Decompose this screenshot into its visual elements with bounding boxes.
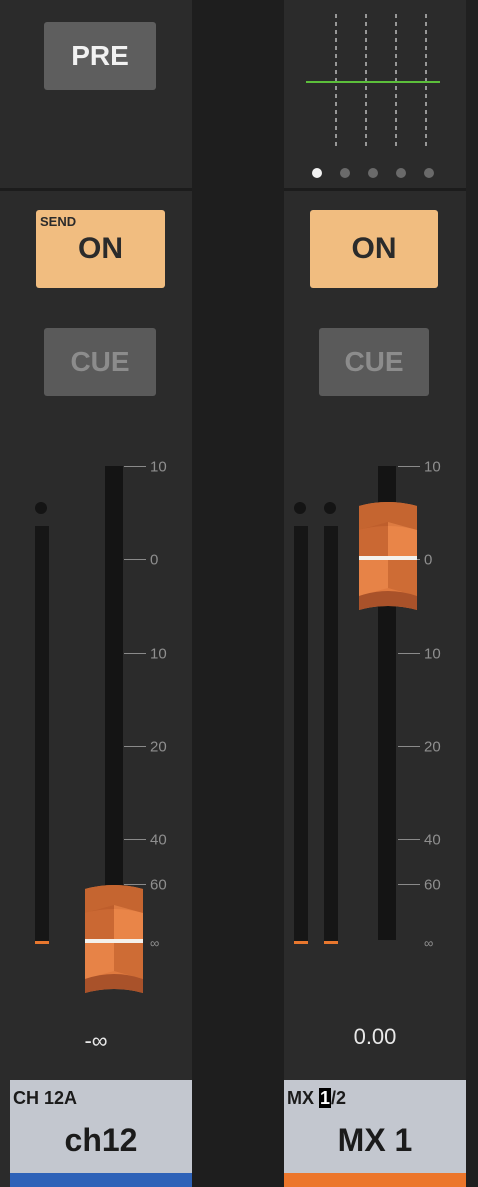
level-meter-right bbox=[324, 526, 338, 944]
meter-clip-indicator-icon bbox=[324, 502, 336, 514]
scale-tick bbox=[398, 839, 420, 840]
channel-name: ch12 bbox=[64, 1122, 138, 1158]
meter-peak bbox=[324, 941, 338, 944]
scale-tick bbox=[124, 839, 146, 840]
channel-name-panel[interactable]: MX 1/2 MX 1 bbox=[284, 1080, 466, 1187]
fader-level-readout: 0.00 bbox=[353, 1024, 397, 1049]
page-dot[interactable] bbox=[312, 168, 322, 178]
scale-label: 0 bbox=[424, 551, 433, 569]
scale-label: ∞ bbox=[424, 935, 434, 951]
scale-tick bbox=[124, 466, 146, 467]
fader-scale: 10 0 10 20 40 60 ∞ bbox=[398, 0, 468, 950]
channel-name: MX 1 bbox=[337, 1122, 413, 1158]
scale-label: 10 bbox=[150, 645, 167, 663]
scale-tick bbox=[124, 559, 146, 560]
channel-color-bar bbox=[284, 1173, 466, 1187]
fader-knob-icon[interactable] bbox=[359, 500, 417, 616]
scale-label: 20 bbox=[150, 738, 167, 756]
scale-label: 10 bbox=[424, 645, 441, 663]
page-dot[interactable] bbox=[368, 168, 378, 178]
scale-label: 10 bbox=[150, 458, 167, 476]
channel-name-panel[interactable]: CH 12A ch12 bbox=[10, 1080, 192, 1187]
channel-strip-mx1: ON CUE 10 0 10 20 40 60 ∞ 0.00 MX 1/2 MX… bbox=[284, 0, 466, 1187]
channel-id: CH 12A bbox=[13, 1088, 78, 1108]
scale-label: 20 bbox=[424, 738, 441, 756]
scale-label: 60 bbox=[424, 876, 441, 894]
scale-tick bbox=[398, 746, 420, 747]
text-cursor: 1 bbox=[319, 1088, 332, 1108]
meter-peak bbox=[294, 941, 308, 944]
scale-tick bbox=[398, 653, 420, 654]
fader-level-readout: -∞ bbox=[84, 1028, 108, 1053]
fader-scale: 10 0 10 20 40 60 ∞ bbox=[124, 0, 194, 950]
scale-label: 60 bbox=[150, 876, 167, 894]
channel-id: MX 1/2 bbox=[287, 1088, 346, 1109]
channel-id-prefix: MX bbox=[287, 1088, 320, 1108]
scale-tick bbox=[398, 466, 420, 467]
scale-label: ∞ bbox=[150, 935, 160, 951]
scale-label: 10 bbox=[424, 458, 441, 476]
fader-track[interactable] bbox=[105, 466, 123, 940]
send-label: SEND bbox=[40, 214, 77, 229]
fader-knob-icon[interactable] bbox=[85, 883, 143, 999]
scale-label: 0 bbox=[150, 551, 159, 569]
meter-clip-indicator-icon bbox=[35, 502, 47, 514]
level-meter-left bbox=[294, 526, 308, 944]
page-dot[interactable] bbox=[340, 168, 350, 178]
scale-tick bbox=[398, 884, 420, 885]
scale-tick bbox=[124, 653, 146, 654]
strip-gap bbox=[192, 0, 284, 1187]
scale-tick bbox=[124, 746, 146, 747]
on-label: ON bbox=[78, 232, 123, 265]
scale-label: 40 bbox=[150, 831, 167, 849]
level-meter bbox=[35, 526, 49, 944]
channel-strip-ch12: PRE SEND ON CUE 10 0 10 20 40 60 ∞ -∞ CH… bbox=[0, 0, 192, 1187]
channel-color-bar bbox=[10, 1173, 192, 1187]
meter-peak bbox=[35, 941, 49, 944]
scale-label: 40 bbox=[424, 831, 441, 849]
meter-clip-indicator-icon bbox=[294, 502, 306, 514]
channel-id-suffix: /2 bbox=[331, 1088, 347, 1108]
